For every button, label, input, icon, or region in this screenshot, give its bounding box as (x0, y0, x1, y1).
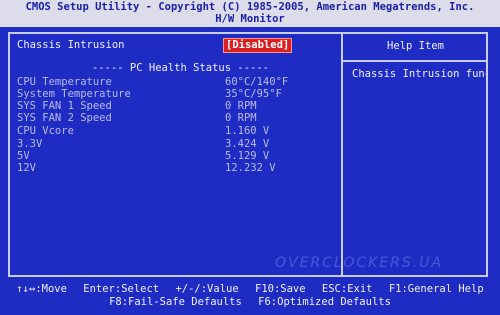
reading-label: 3.3V (17, 138, 43, 150)
reading-row-12v: 12V 12.232 V (17, 162, 337, 174)
reading-label: SYS FAN 2 Speed (17, 112, 112, 124)
watermark: OVERCLOCKERS.UA (275, 255, 444, 271)
key-general-help: F1:General Help (388, 283, 484, 295)
reading-value: 12.232 V (225, 162, 276, 174)
reading-row-sys-fan-1: SYS FAN 1 Speed 0 RPM (17, 100, 337, 112)
reading-value: 1.160 V (225, 125, 270, 137)
help-separator (343, 60, 488, 62)
key-value: +/-/:Value (175, 283, 239, 295)
reading-label: CPU Vcore (17, 125, 74, 137)
title-bar: CMOS Setup Utility - Copyright (C) 1985-… (0, 0, 500, 27)
reading-row-system-temperature: System Temperature 35°C/95°F (17, 88, 337, 100)
footer-line-1: ↑↓↔:Move Enter:Select +/-/:Value F10:Sav… (0, 283, 500, 296)
reading-label: System Temperature (17, 88, 131, 100)
key-move: ↑↓↔:Move (16, 283, 67, 295)
reading-value: 60°C/140°F (225, 76, 289, 88)
reading-value: 35°C/95°F (225, 88, 282, 100)
key-exit: ESC:Exit (321, 283, 373, 295)
pc-health-status-header: ----- PC Health Status ----- (92, 62, 270, 74)
chassis-intrusion-label[interactable]: Chassis Intrusion (17, 39, 124, 51)
reading-value: 0 RPM (225, 100, 257, 112)
reading-value: 5.129 V (225, 150, 270, 162)
help-title: Help Item (387, 40, 444, 52)
reading-label: 5V (17, 150, 30, 162)
chassis-intrusion-value[interactable]: [Disabled] (223, 38, 293, 53)
title-line-1: CMOS Setup Utility - Copyright (C) 1985-… (25, 1, 475, 13)
key-fail-safe-defaults: F8:Fail-Safe Defaults (109, 296, 242, 308)
reading-row-cpu-temperature: CPU Temperature 60°C/140°F (17, 76, 337, 88)
reading-label: SYS FAN 1 Speed (17, 100, 112, 112)
key-select: Enter:Select (83, 283, 160, 295)
reading-label: CPU Temperature (17, 76, 112, 88)
panel-divider (341, 32, 343, 277)
key-help-footer: ↑↓↔:Move Enter:Select +/-/:Value F10:Sav… (0, 283, 500, 315)
reading-row-sys-fan-2: SYS FAN 2 Speed 0 RPM (17, 112, 337, 124)
help-text: Chassis Intrusion func (352, 68, 486, 80)
title-line-2: H/W Monitor (215, 13, 285, 25)
reading-row-cpu-vcore: CPU Vcore 1.160 V (17, 125, 337, 137)
footer-line-2: F8:Fail-Safe Defaults F6:Optimized Defau… (0, 296, 500, 309)
reading-label: 12V (17, 162, 36, 174)
reading-row-5v: 5V 5.129 V (17, 150, 337, 162)
reading-value: 0 RPM (225, 112, 257, 124)
reading-value: 3.424 V (225, 138, 270, 150)
key-save: F10:Save (255, 283, 306, 295)
reading-row-3v3: 3.3V 3.424 V (17, 138, 337, 150)
key-optimized-defaults: F6:Optimized Defaults (258, 296, 391, 308)
